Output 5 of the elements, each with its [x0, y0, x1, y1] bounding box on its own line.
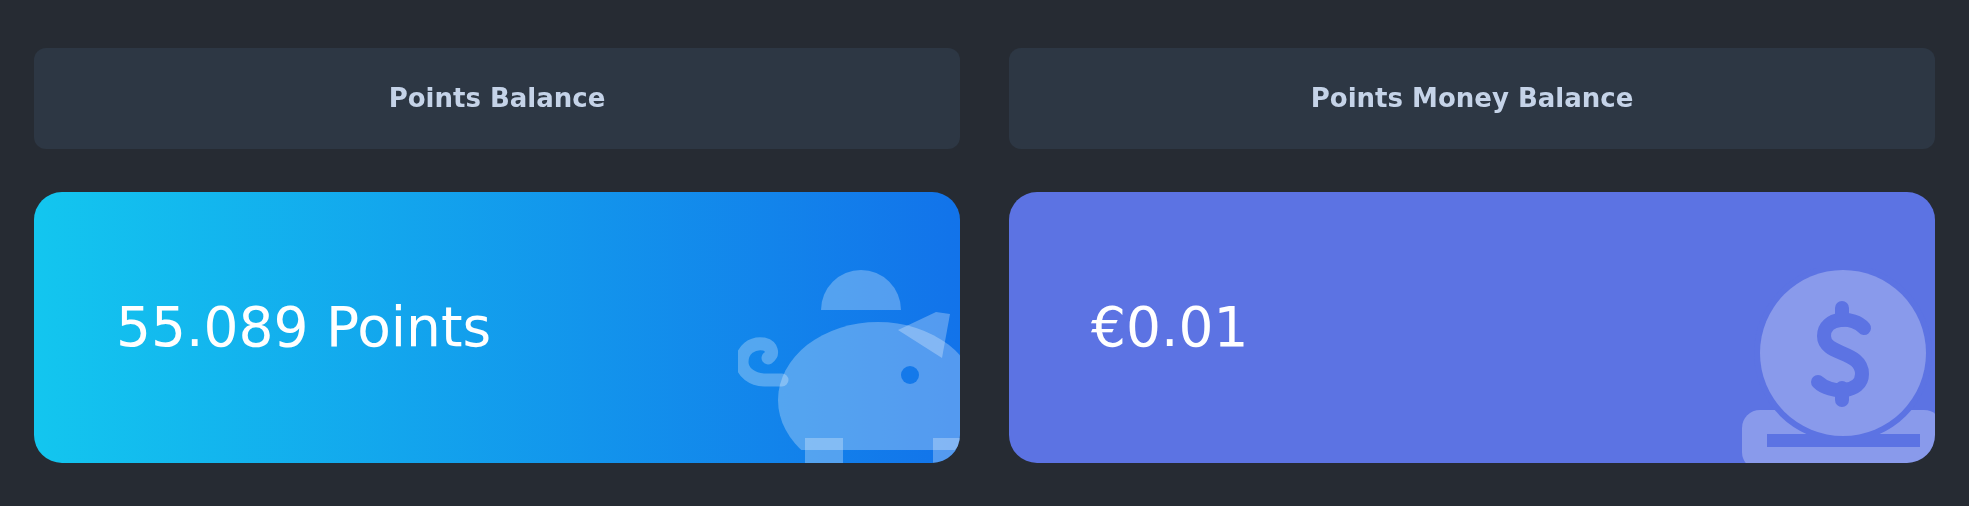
- card-title: Points Money Balance: [1310, 82, 1634, 115]
- balance-value: €0.01: [1091, 294, 1249, 362]
- card-title: Points Balance: [388, 82, 606, 115]
- piggy-bank-icon: [738, 268, 960, 463]
- balance-value: 55.089 Points: [116, 294, 492, 362]
